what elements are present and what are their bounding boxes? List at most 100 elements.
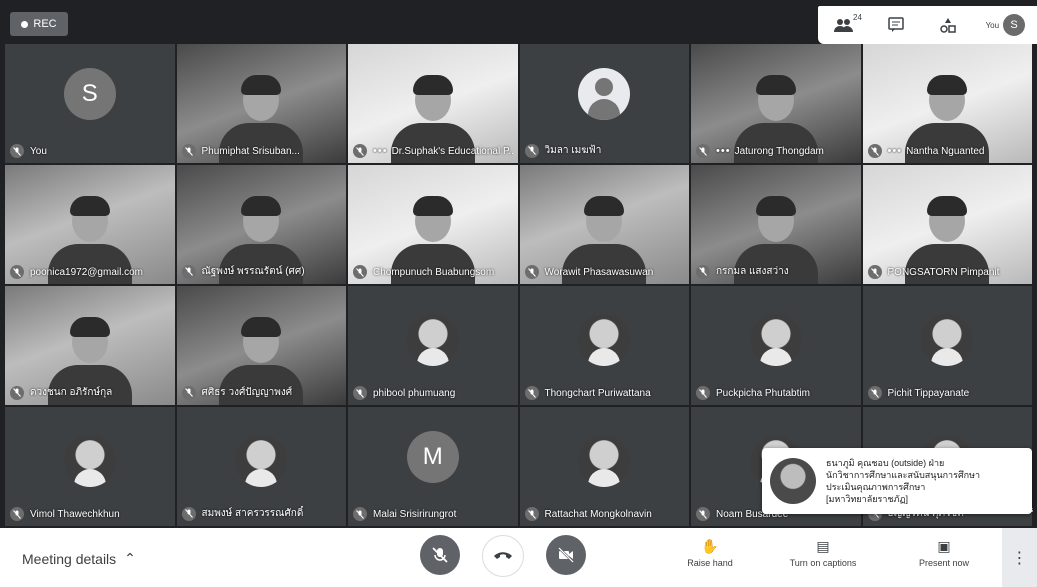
participant-name: Puckpicha Phutabtim — [716, 387, 810, 399]
participant-tile[interactable]: ดวงชนก อภิรักษ์กุล — [5, 286, 175, 405]
avatar — [63, 434, 116, 487]
leave-call-button[interactable] — [482, 535, 524, 577]
more-dots-icon[interactable]: ••• — [888, 145, 903, 157]
participant-tile[interactable]: Chompunuch Buabungsom — [348, 165, 518, 284]
mic-muted-icon — [353, 265, 367, 279]
participant-name: วิมลา เมฆฟ้า — [544, 145, 602, 156]
participant-tile[interactable]: phibool phumuang — [348, 286, 518, 405]
bottom-bar: Meeting details ⌃ ✋ Raise hand ▤ Turn on… — [0, 528, 1037, 587]
people-button[interactable]: 24 — [830, 11, 862, 39]
participant-nameplate: กรกมล แสงสว่าง — [696, 264, 856, 279]
participant-tile[interactable]: poonica1972@gmail.com — [5, 165, 175, 284]
avatar: S — [1003, 14, 1026, 36]
participant-nameplate: Chompunuch Buabungsom — [353, 265, 513, 279]
hand-icon: ✋ — [701, 538, 719, 554]
activities-button[interactable] — [934, 11, 962, 39]
recording-indicator: REC — [10, 12, 68, 36]
mic-muted-icon — [696, 144, 710, 158]
notification-line: ธนาภูมิ คุณชอบ (outside) ฝ่าย — [826, 458, 945, 468]
participant-tile[interactable]: ••• Jaturong Thongdam — [691, 44, 861, 163]
participant-name: Thongchart Puriwattana — [544, 387, 651, 399]
participant-tile[interactable]: Phumiphat Srisuban... — [176, 44, 346, 163]
participant-nameplate: ศศิธร วงศ์ปัญญาพงศ์ — [181, 385, 342, 400]
participant-nameplate: phibool phumuang — [353, 386, 513, 400]
participant-tile[interactable]: ••• Nantha Nguanted — [862, 44, 1032, 163]
participant-tile[interactable]: Thongchart Puriwattana — [519, 286, 689, 405]
participant-tile[interactable]: Pichit Tippayanate — [862, 286, 1032, 405]
participant-name: Dr.Suphak's Educational P... — [391, 145, 513, 157]
mic-muted-icon — [181, 385, 196, 400]
participant-name: Phumiphat Srisuban... — [201, 145, 300, 157]
mic-muted-icon — [181, 144, 196, 158]
raise-hand-label: Raise hand — [687, 558, 733, 568]
more-dots-icon[interactable]: ••• — [716, 145, 731, 157]
participant-name: phibool phumuang — [373, 387, 456, 399]
meeting-details-label: Meeting details — [22, 550, 117, 567]
notification-avatar — [770, 458, 816, 504]
more-dots-icon[interactable]: ••• — [373, 145, 388, 157]
participant-tile[interactable]: Puckpicha Phutabtim — [691, 286, 861, 405]
participant-count: 24 — [853, 13, 862, 22]
mic-toggle-button[interactable] — [420, 535, 460, 575]
mic-muted-icon — [353, 144, 367, 158]
participant-tile[interactable]: กรกมล แสงสว่าง — [691, 165, 861, 284]
participant-tile[interactable]: ••• Dr.Suphak's Educational P... — [348, 44, 518, 163]
participant-name: ศศิธร วงศ์ปัญญาพงศ์ — [201, 387, 293, 398]
self-view[interactable]: You S — [986, 14, 1026, 36]
avatar — [921, 313, 974, 366]
notification-line: นักวิชาการศึกษาและสนับสนุนการศึกษา — [826, 470, 981, 480]
participant-nameplate: สมพงษ์ สาครวรรณศักดิ์ — [181, 506, 342, 521]
participant-nameplate: ดวงชนก อภิรักษ์กุล — [10, 385, 170, 400]
camera-toggle-button[interactable] — [546, 535, 586, 575]
chat-notification[interactable]: ธนาภูมิ คุณชอบ (outside) ฝ่าย นักวิชาการ… — [762, 448, 1032, 514]
mic-muted-icon — [867, 265, 882, 279]
participant-name: Malai Srisirirungrot — [373, 508, 457, 520]
mic-muted-icon — [867, 386, 882, 400]
participant-tile[interactable]: Vimol Thawechkhun — [5, 407, 175, 526]
participant-tile[interactable]: ณัฐพงษ์ พรรณรัตน์ (ศศ) — [176, 165, 346, 284]
avatar — [578, 434, 631, 487]
mic-muted-icon — [524, 507, 539, 521]
chevron-up-icon: ⌃ — [124, 550, 136, 566]
notification-text: ธนาภูมิ คุณชอบ (outside) ฝ่าย นักวิชาการ… — [826, 457, 980, 505]
participant-tile[interactable]: วิมลา เมฆฟ้า — [519, 44, 689, 163]
participant-tile[interactable]: M Malai Srisirirungrot — [348, 407, 518, 526]
mic-muted-icon — [696, 386, 710, 400]
avatar: M — [406, 430, 459, 483]
mic-muted-icon — [353, 386, 367, 400]
participant-name: You — [30, 145, 47, 157]
show-options-link[interactable]: Show options — [991, 507, 1033, 514]
more-options-button[interactable]: ⋮ — [1002, 528, 1037, 587]
meeting-details-button[interactable]: Meeting details ⌃ — [22, 550, 136, 567]
mic-off-icon — [432, 547, 448, 563]
avatar: S — [63, 67, 116, 120]
participant-nameplate: Vimol Thawechkhun — [10, 507, 170, 521]
participant-name: Worawit Phasawasuwan — [544, 266, 654, 278]
present-icon: ▣ — [937, 538, 951, 554]
mic-muted-icon — [524, 386, 539, 400]
participant-tile[interactable]: S You — [5, 44, 175, 163]
present-now-button[interactable]: ▣ Present now — [899, 538, 989, 568]
captions-button[interactable]: ▤ Turn on captions — [778, 538, 868, 568]
participant-name: PONGSATORN Pimpanit — [887, 266, 1000, 278]
participant-tile[interactable]: ศศิธร วงศ์ปัญญาพงศ์ — [176, 286, 346, 405]
mic-muted-icon — [181, 506, 196, 521]
participant-tile[interactable]: Rattachat Mongkolnavin — [519, 407, 689, 526]
record-dot-icon — [21, 20, 29, 28]
participant-nameplate: poonica1972@gmail.com — [10, 265, 170, 279]
participant-nameplate: Malai Srisirirungrot — [353, 507, 513, 521]
participant-tile[interactable]: Worawit Phasawasuwan — [519, 165, 689, 284]
participant-tile[interactable]: สมพงษ์ สาครวรรณศักดิ์ — [176, 407, 346, 526]
participant-name: กรกมล แสงสว่าง — [716, 266, 789, 277]
mic-muted-icon — [867, 144, 882, 158]
participant-nameplate: Puckpicha Phutabtim — [696, 386, 856, 400]
participant-nameplate: ••• Dr.Suphak's Educational P... — [353, 144, 513, 158]
recording-label: REC — [33, 18, 57, 30]
chat-button[interactable] — [882, 11, 910, 39]
mic-muted-icon — [10, 507, 24, 521]
avatar — [406, 313, 459, 366]
participant-tile[interactable]: PONGSATORN Pimpanit — [862, 165, 1032, 284]
raise-hand-button[interactable]: ✋ Raise hand — [665, 538, 755, 568]
participant-name: Nantha Nguanted — [906, 145, 985, 157]
participant-nameplate: You — [10, 144, 170, 158]
